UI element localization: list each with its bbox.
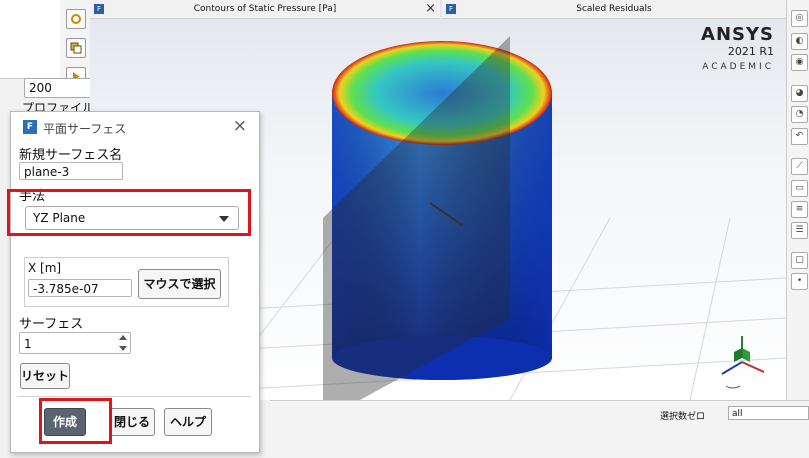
right-toolbar: ◎ ◐ ◉ ◕ ◔ ↶ ⟋ ▭ ≡ ☰ ▢ • — [786, 0, 809, 400]
x-value-input[interactable]: -3.785e-07 — [28, 279, 132, 297]
fluent-tab-icon: F — [446, 4, 456, 14]
selection-dropdown[interactable]: all — [728, 406, 809, 420]
fluent-tab-icon: F — [94, 4, 104, 14]
spin-down-icon[interactable] — [119, 346, 127, 351]
point-icon[interactable]: • — [791, 273, 808, 290]
new-surface-name-label: 新規サーフェス名 — [19, 148, 123, 163]
surface-value: 1 — [24, 337, 32, 351]
tab-label: Scaled Residuals — [576, 4, 652, 14]
surface-label: サーフェス — [19, 317, 84, 332]
dialog-divider — [17, 396, 251, 397]
close-icon[interactable]: × — [425, 0, 436, 18]
shape-icon[interactable]: ◉ — [791, 54, 808, 71]
x-label: X [m] — [28, 261, 62, 275]
chart-icon[interactable]: ⟋ — [791, 158, 808, 175]
undo-icon[interactable]: ↶ — [791, 128, 808, 145]
left-toolbar — [60, 0, 91, 87]
dialog-title: 平面サーフェス — [43, 122, 127, 136]
tab-label: Contours of Static Pressure [Pa] — [193, 4, 337, 14]
list-icon[interactable]: ☰ — [791, 222, 808, 239]
tab-residuals[interactable]: F Scaled Residuals — [442, 0, 786, 19]
mouse-select-button[interactable]: マウスで選択 — [138, 269, 221, 299]
eye-icon[interactable]: ◕ — [791, 85, 808, 102]
new-surface-name-input[interactable]: plane-3 — [19, 162, 123, 180]
method-highlight — [7, 189, 251, 236]
help-button[interactable]: ヘルプ — [164, 408, 212, 436]
selection-label: 選択数ゼロ — [660, 412, 706, 422]
window-icon[interactable]: ▢ — [791, 252, 808, 269]
axis-triad-icon — [721, 336, 765, 389]
close-icon[interactable]: × — [233, 116, 247, 136]
spin-up-icon[interactable] — [119, 335, 127, 340]
tab-contours[interactable]: F Contours of Static Pressure [Pa] × — [90, 0, 440, 19]
gear-icon[interactable] — [66, 9, 86, 29]
logo-brand: ANSYS — [701, 24, 774, 45]
fit-icon[interactable]: ◎ — [791, 10, 808, 27]
surface-spinner[interactable]: 1 — [19, 332, 131, 354]
logo-version: 2021 R1 — [727, 45, 774, 58]
light-icon[interactable]: ◐ — [791, 33, 808, 50]
logo-edition: ACADEMIC — [702, 62, 774, 72]
report-icon[interactable]: ≡ — [791, 201, 808, 218]
ansys-logo: ANSYS 2021 R1 ACADEMIC — [701, 24, 774, 72]
create-highlight — [39, 398, 112, 444]
reset-button[interactable]: リセット — [20, 363, 70, 389]
close-button[interactable]: 閉じる — [109, 408, 155, 436]
slider-icon[interactable]: ▭ — [791, 180, 808, 197]
fluent-app-icon: F — [23, 120, 37, 134]
copy-icon[interactable] — [66, 38, 86, 58]
eye-hide-icon[interactable]: ◔ — [791, 106, 808, 123]
